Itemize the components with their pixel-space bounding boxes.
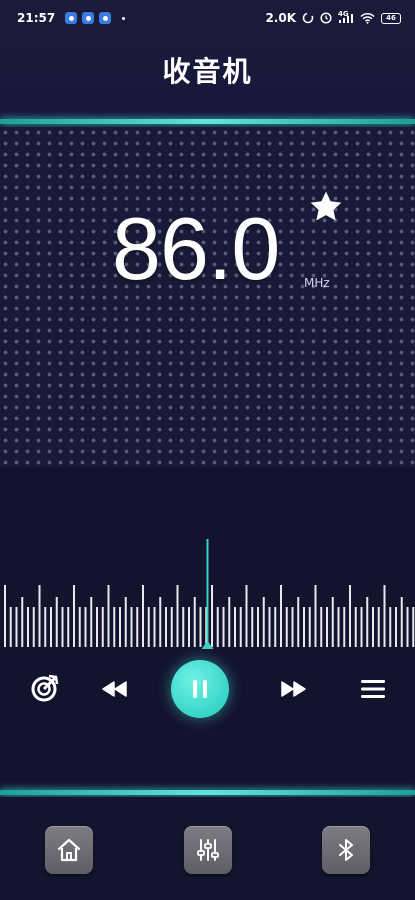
previous-station-button[interactable]: [99, 674, 129, 704]
station-list-button[interactable]: [357, 674, 389, 704]
wifi-icon: [360, 12, 375, 24]
bluetooth-button[interactable]: [322, 826, 370, 874]
bottom-accent-line: [0, 790, 415, 795]
menu-icon: [361, 680, 385, 698]
alarm-icon: [320, 12, 332, 24]
sync-icon: [302, 12, 314, 24]
equalizer-icon: [197, 839, 219, 861]
notification-icon: [82, 12, 95, 24]
star-icon[interactable]: [307, 188, 345, 226]
bluetooth-icon: [339, 839, 353, 861]
notification-icon: [99, 12, 112, 24]
radar-icon: [31, 674, 59, 702]
home-icon: [57, 838, 81, 862]
battery-icon: 46: [381, 12, 401, 24]
play-pause-button[interactable]: [171, 660, 229, 718]
equalizer-button[interactable]: [184, 826, 232, 874]
scan-button[interactable]: [27, 672, 61, 706]
status-time: 21:57: [17, 11, 56, 25]
tuning-dial[interactable]: [0, 535, 415, 655]
playback-controls: [0, 658, 415, 728]
frequency-unit: MHz: [304, 276, 330, 290]
next-station-button[interactable]: [279, 674, 309, 704]
frequency-value: 86.0: [112, 199, 280, 298]
status-bar: 21:57 2.0K 4G 46: [0, 0, 415, 40]
top-accent-line: [0, 119, 415, 124]
pause-icon: [193, 680, 207, 698]
page-title: 收音机: [162, 55, 253, 88]
more-notifications-icon: [122, 16, 126, 20]
signal-icon: 4G: [338, 10, 354, 24]
network-speed: 2.0K: [265, 11, 296, 25]
dial-ticks: [4, 585, 415, 647]
fast-forward-icon: [281, 681, 306, 697]
notification-icon: [65, 12, 78, 24]
home-button[interactable]: [45, 826, 93, 874]
rewind-icon: [102, 681, 127, 697]
